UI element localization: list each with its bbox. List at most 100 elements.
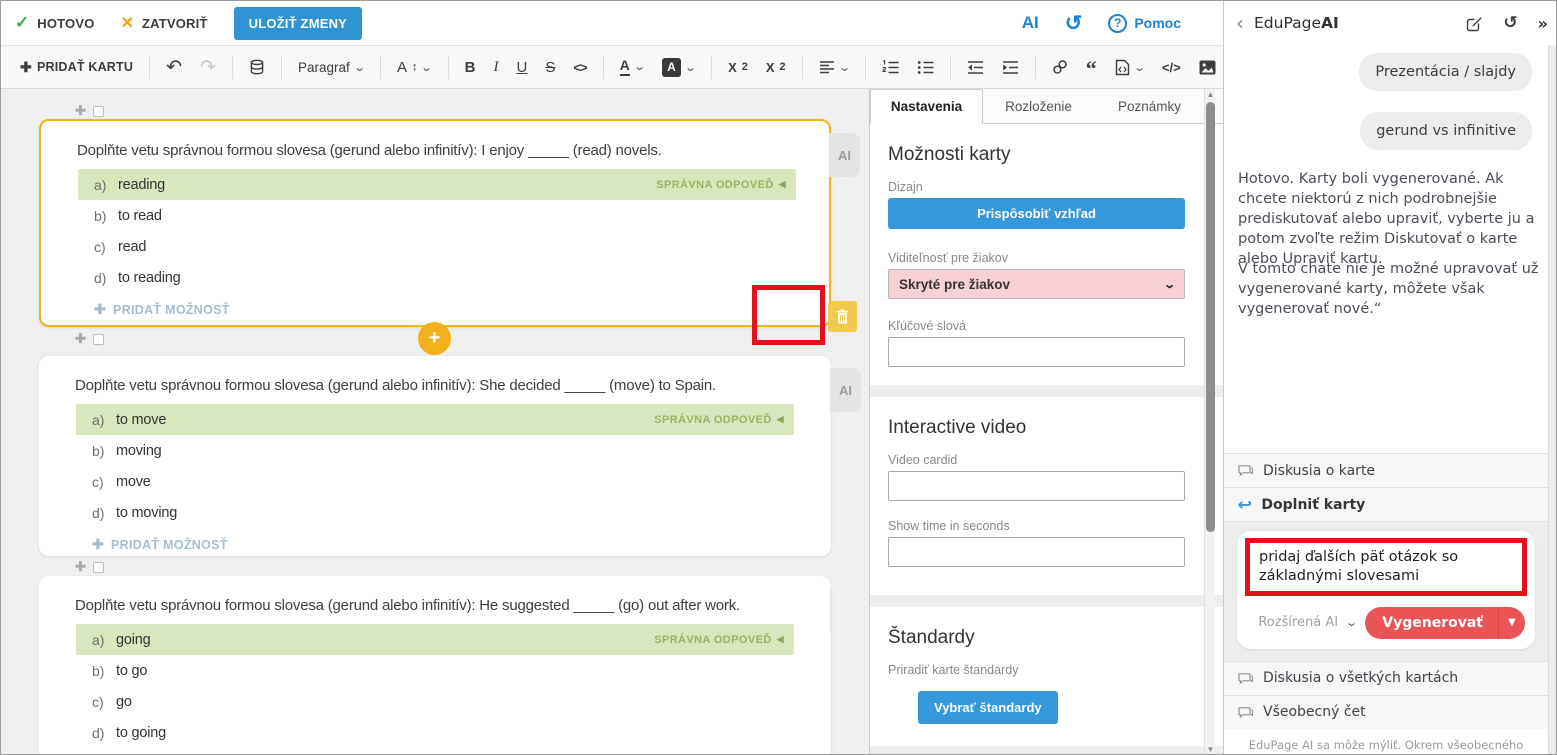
section-title: Možnosti karty bbox=[888, 144, 1185, 166]
add-card-button[interactable]: ✚ PRIDAŤ KARTU bbox=[13, 54, 140, 81]
ai-card-badge[interactable]: AI bbox=[829, 133, 860, 177]
question-card-1[interactable]: AI Doplňte vetu správnou formou slovesa … bbox=[39, 119, 831, 327]
subscript-button[interactable]: X2 bbox=[759, 55, 793, 80]
option-row-correct[interactable]: a) reading SPRÁVNA ODPOVEĎ◀ bbox=[78, 169, 796, 200]
option-text: going bbox=[116, 632, 150, 648]
option-row[interactable]: d) to reading bbox=[78, 262, 796, 293]
insert-card-between-button[interactable]: + bbox=[418, 322, 451, 355]
option-row[interactable]: d) to going bbox=[76, 717, 794, 748]
tab-nastavenia[interactable]: Nastavenia bbox=[870, 89, 983, 124]
option-row[interactable]: d) to moving bbox=[76, 497, 794, 528]
link-button[interactable] bbox=[1045, 54, 1075, 80]
scroll-up-arrow[interactable]: ▲ bbox=[1205, 89, 1216, 101]
undo-button[interactable]: ↶ bbox=[159, 53, 189, 82]
text-color-icon: A bbox=[620, 58, 630, 75]
option-letter: c) bbox=[76, 474, 116, 490]
customize-design-button[interactable]: Prispôsobiť vzhľad bbox=[888, 198, 1185, 229]
delete-card-button[interactable] bbox=[828, 301, 857, 332]
strikethrough-button[interactable]: S bbox=[538, 54, 562, 81]
row-discuss-all-cards[interactable]: Diskusia o všetkých kartách bbox=[1224, 661, 1548, 695]
ordered-list-button[interactable] bbox=[875, 55, 906, 80]
ai-card-badge[interactable]: AI bbox=[830, 368, 861, 412]
option-row[interactable]: b) moving bbox=[76, 435, 794, 466]
option-row[interactable]: c) go bbox=[76, 686, 794, 717]
question-card-3[interactable]: AI Doplňte vetu správnou formou slovesa … bbox=[39, 576, 831, 755]
option-row[interactable]: b) to read bbox=[78, 200, 796, 231]
back-chevron-icon[interactable]: ‹ bbox=[1236, 13, 1244, 33]
question-card-2[interactable]: AI Doplňte vetu správnou formou slovesa … bbox=[39, 356, 831, 556]
ai-reply-paragraph: Hotovo. Karty boli vygenerované. Ak chce… bbox=[1238, 169, 1540, 269]
outdent-button[interactable] bbox=[960, 55, 991, 80]
italic-button[interactable]: I bbox=[487, 54, 506, 81]
stack-icon[interactable] bbox=[242, 54, 272, 80]
question-text[interactable]: Doplňte vetu správnou formou slovesa (ge… bbox=[41, 121, 829, 169]
redo-button[interactable]: ↷ bbox=[193, 53, 223, 82]
scrollbar-thumb[interactable] bbox=[1206, 102, 1215, 532]
chevron-down-icon[interactable]: ⌄ bbox=[1345, 616, 1358, 629]
ai-panel-scroll-track[interactable] bbox=[1548, 45, 1557, 755]
insert-card-marker[interactable]: ✚ bbox=[75, 559, 104, 575]
help-button[interactable]: ? Pomoc bbox=[1108, 14, 1181, 33]
bullet-list-button[interactable] bbox=[910, 55, 941, 80]
option-letter: b) bbox=[76, 663, 116, 679]
option-text: to go bbox=[116, 663, 147, 679]
collapse-panel-icon[interactable]: » bbox=[1538, 14, 1548, 33]
keywords-input[interactable] bbox=[888, 337, 1185, 367]
option-row-correct[interactable]: a) going SPRÁVNA ODPOVEĎ◀ bbox=[76, 624, 794, 655]
ai-card-badge[interactable]: AI bbox=[830, 588, 831, 632]
video-id-input[interactable] bbox=[888, 471, 1185, 501]
image-button[interactable] bbox=[1192, 55, 1223, 80]
row-add-cards[interactable]: ↩ Doplniť karty bbox=[1224, 487, 1548, 521]
option-text: read bbox=[118, 239, 146, 255]
superscript-button[interactable]: X2 bbox=[721, 55, 755, 80]
left-triangle-icon: ◀ bbox=[777, 414, 784, 425]
select-standards-button[interactable]: Vybrať štandardy bbox=[918, 691, 1058, 724]
chevron-down-icon: ⌄ bbox=[1133, 61, 1146, 74]
insert-card-marker[interactable]: ✚ bbox=[75, 331, 104, 347]
insert-card-marker[interactable]: ✚ bbox=[75, 103, 104, 119]
scroll-down-arrow[interactable]: ▼ bbox=[1205, 744, 1216, 755]
generate-dropdown-arrow[interactable]: ▼ bbox=[1498, 607, 1525, 639]
chevron-down-icon: ⌄ bbox=[838, 61, 851, 74]
chat-history-icon[interactable]: ↺ bbox=[1503, 15, 1517, 32]
underline-button[interactable]: U bbox=[510, 54, 535, 81]
paragraph-select[interactable]: Paragraf ⌄ bbox=[291, 55, 371, 80]
align-button[interactable]: ⌄ bbox=[812, 55, 856, 79]
option-row-correct[interactable]: a) to move SPRÁVNA ODPOVEĎ◀ bbox=[76, 404, 794, 435]
generate-label: Vygenerovať bbox=[1365, 607, 1498, 639]
history-icon[interactable]: ↺ bbox=[1065, 13, 1083, 34]
blockquote-button[interactable]: “ bbox=[1079, 56, 1104, 79]
ai-prompt-input[interactable]: pridaj ďalších päť otázok so základnými … bbox=[1245, 538, 1527, 596]
option-row[interactable]: b) to go bbox=[76, 655, 794, 686]
inline-code-button[interactable]: <> bbox=[566, 55, 593, 80]
tab-poznamky[interactable]: Poznámky bbox=[1094, 89, 1205, 123]
bold-button[interactable]: B bbox=[458, 54, 483, 81]
question-text[interactable]: Doplňte vetu správnou formou slovesa (ge… bbox=[39, 576, 831, 624]
save-changes-button[interactable]: ULOŽIŤ ZMENY bbox=[234, 7, 362, 40]
tab-rozlozenie[interactable]: Rozloženie bbox=[983, 89, 1094, 123]
done-button[interactable]: ✓ HOTOVO bbox=[15, 13, 95, 33]
close-button[interactable]: ✕ ZATVORIŤ bbox=[121, 13, 208, 33]
visibility-label: Viditeľnosť pre žiakov bbox=[888, 251, 1185, 265]
question-text[interactable]: Doplňte vetu správnou formou slovesa (ge… bbox=[39, 356, 831, 404]
source-code-button[interactable]: </> bbox=[1155, 55, 1188, 80]
row-discuss-card[interactable]: Diskusia o karte bbox=[1224, 453, 1548, 487]
visibility-select[interactable]: Skryté pre žiakov ⌄ bbox=[888, 269, 1185, 299]
new-chat-icon[interactable] bbox=[1466, 15, 1483, 32]
template-button[interactable]: ⌄ bbox=[1108, 54, 1151, 81]
ai-button[interactable]: AI bbox=[1022, 13, 1039, 33]
add-option-button[interactable]: ✚ PRIDAŤ MOŽNOSŤ bbox=[92, 536, 831, 569]
option-row[interactable]: c) move bbox=[76, 466, 794, 497]
settings-scrollbar[interactable]: ▲ ▼ bbox=[1204, 89, 1215, 755]
text-color-button[interactable]: A ⌄ bbox=[613, 53, 651, 80]
option-row[interactable]: c) read bbox=[78, 231, 796, 262]
indent-button[interactable] bbox=[995, 55, 1026, 80]
font-size-button[interactable]: A↕ ⌄ bbox=[390, 54, 439, 81]
highlight-color-button[interactable]: A ⌄ bbox=[655, 53, 702, 82]
generate-button[interactable]: Vygenerovať ▼ bbox=[1365, 607, 1525, 639]
video-time-input[interactable] bbox=[888, 537, 1185, 567]
model-select-label[interactable]: Rozšírená AI bbox=[1258, 615, 1338, 630]
row-general-chat[interactable]: Všeobecný čet bbox=[1224, 695, 1548, 729]
chat-bubble-icon bbox=[1238, 672, 1253, 685]
add-option-button[interactable]: ✚ PRIDAŤ MOŽNOSŤ bbox=[94, 301, 829, 334]
